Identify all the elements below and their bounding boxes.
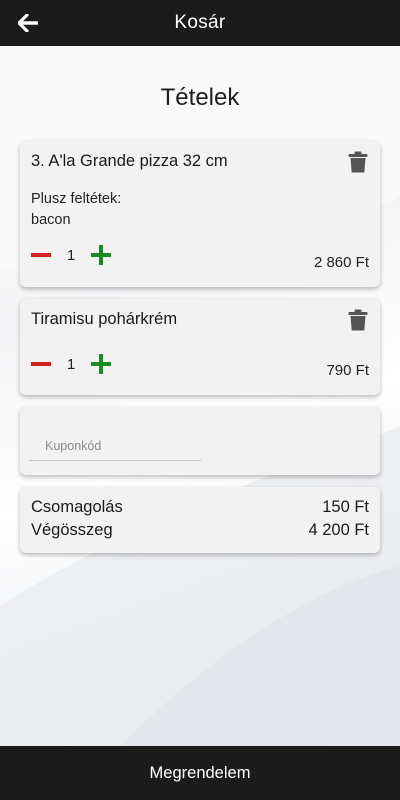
plus-icon[interactable]	[90, 353, 112, 375]
extras-label: Plusz feltétek:	[31, 191, 122, 207]
total-value: 4 200 Ft	[308, 521, 369, 539]
extras-value: bacon	[31, 212, 71, 228]
item-price: 790 Ft	[326, 362, 369, 379]
order-button[interactable]: Megrendelem	[0, 746, 400, 800]
item-price: 2 860 Ft	[313, 254, 369, 271]
cart-item-card: 3. A'la Grande pizza 32 cm Plusz feltéte…	[20, 141, 380, 287]
quantity-value: 1	[66, 355, 76, 373]
arrow-left-icon	[18, 14, 38, 32]
item-name: Tiramisu pohárkrém	[31, 310, 178, 328]
item-name: 3. A'la Grande pizza 32 cm	[31, 152, 228, 170]
back-button[interactable]	[14, 10, 42, 36]
packaging-value: 150 Ft	[322, 498, 369, 516]
quantity-stepper: 1	[30, 352, 112, 376]
coupon-input[interactable]	[29, 431, 201, 461]
order-button-label: Megrendelem	[149, 763, 251, 782]
trash-icon[interactable]	[348, 151, 368, 173]
packaging-label: Csomagolás	[31, 498, 123, 516]
quantity-stepper: 1	[30, 243, 112, 267]
page-title: Tételek	[160, 84, 240, 111]
quantity-value: 1	[66, 246, 76, 264]
plus-icon[interactable]	[90, 244, 112, 266]
summary-card: Csomagolás 150 Ft Végösszeg 4 200 Ft	[20, 487, 380, 553]
minus-icon[interactable]	[30, 353, 52, 375]
total-label: Végösszeg	[31, 521, 113, 539]
trash-icon[interactable]	[348, 309, 368, 331]
app-bar-title: Kosár	[174, 12, 226, 33]
cart-item-card: Tiramisu pohárkrém 1 790 Ft	[20, 299, 380, 395]
coupon-card	[20, 407, 380, 475]
minus-icon[interactable]	[30, 244, 52, 266]
top-app-bar: Kosár	[0, 0, 400, 46]
